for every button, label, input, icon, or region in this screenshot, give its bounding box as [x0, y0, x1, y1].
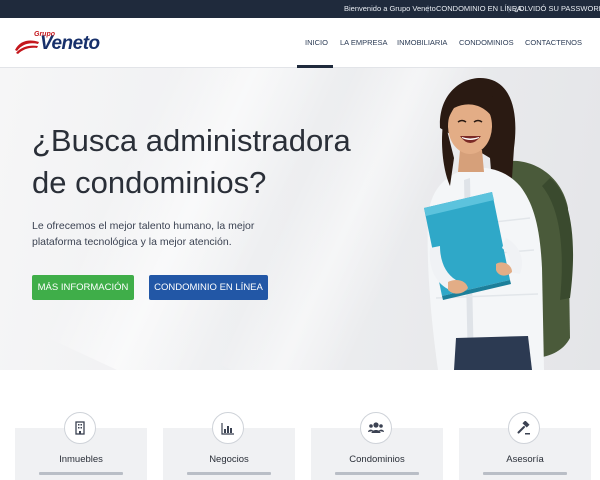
- forgot-password-link[interactable]: ¿OLVIDÓ SU PASSWORD?: [514, 4, 600, 13]
- feature-card-negocios[interactable]: Negocios: [163, 412, 295, 480]
- logo-swoosh-icon: [15, 40, 39, 54]
- feature-description-placeholder: [335, 472, 419, 475]
- feature-title: Condominios: [349, 454, 405, 465]
- feature-title: Negocios: [209, 454, 249, 465]
- topbar-separator: |: [427, 4, 429, 13]
- site-header: Grupo Veneto INICIO LA EMPRESA INMOBILIA…: [0, 18, 600, 68]
- feature-description-placeholder: [483, 472, 567, 475]
- nav-item-inmobiliaria[interactable]: INMOBILIARIA: [397, 38, 447, 47]
- topbar-separator: |: [508, 4, 510, 13]
- users-icon: [360, 412, 392, 444]
- hero-title: ¿Busca administradora de condominios?: [32, 120, 412, 204]
- hero-title-line: de condominios?: [32, 165, 267, 200]
- hero-subtitle-line: Le ofrecemos el mejor talento humano, la…: [32, 220, 255, 232]
- bar-chart-icon: [212, 412, 244, 444]
- hero-subtitle-line: plataforma tecnológica y la mejor atenci…: [32, 236, 232, 248]
- feature-card-condominios[interactable]: Condominios: [311, 412, 443, 480]
- feature-title: Asesoría: [506, 454, 544, 465]
- feature-description-placeholder: [39, 472, 123, 475]
- hero-title-line: ¿Busca administradora: [32, 123, 351, 158]
- hero-subtitle: Le ofrecemos el mejor talento humano, la…: [32, 218, 282, 250]
- features-section: Inmuebles Negocios Condominios Asesoría: [0, 370, 600, 480]
- hero-banner: ¿Busca administradora de condominios? Le…: [0, 68, 600, 370]
- nav-item-condominios[interactable]: CONDOMINIOS: [459, 38, 514, 47]
- welcome-text: Bienvenido a Grupo Veneto: [344, 4, 436, 13]
- student-photo: [424, 78, 574, 370]
- feature-card-inmuebles[interactable]: Inmuebles: [15, 412, 147, 480]
- nav-item-la-empresa[interactable]: LA EMPRESA: [340, 38, 388, 47]
- feature-description-placeholder: [187, 472, 271, 475]
- feature-title: Inmuebles: [59, 454, 103, 465]
- condominio-en-linea-button[interactable]: CONDOMINIO EN LÍNEA: [149, 275, 268, 300]
- building-icon: [64, 412, 96, 444]
- mas-informacion-button[interactable]: MÁS INFORMACIÓN: [32, 275, 134, 300]
- nav-item-inicio[interactable]: INICIO: [305, 38, 328, 47]
- top-bar: Bienvenido a Grupo Veneto | CONDOMINIO E…: [0, 0, 600, 18]
- gavel-icon: [508, 412, 540, 444]
- logo-veneto-text: Veneto: [40, 33, 100, 54]
- grupo-veneto-logo[interactable]: Grupo Veneto: [14, 29, 110, 59]
- nav-item-contactenos[interactable]: CONTACTENOS: [525, 38, 582, 47]
- feature-card-asesoria[interactable]: Asesoría: [459, 412, 591, 480]
